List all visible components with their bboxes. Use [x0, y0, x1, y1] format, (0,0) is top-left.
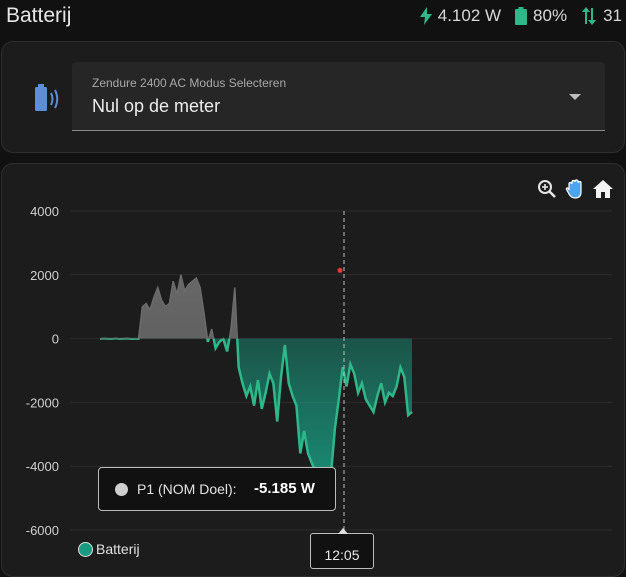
tooltip-series-marker	[115, 483, 128, 496]
y-tick-label: 2000	[30, 268, 59, 283]
y-tick-label: -6000	[26, 523, 59, 538]
chart-legend[interactable]: Batterij	[78, 541, 140, 557]
chevron-down-icon[interactable]	[569, 94, 581, 100]
page-title: Batterij	[6, 4, 72, 27]
crosshair-time-label: 12:05	[310, 528, 374, 569]
y-tick-label: 0	[52, 332, 59, 347]
mode-select[interactable]: Zendure 2400 AC Modus Selecteren Nul op …	[72, 62, 605, 131]
tooltip-series-value: -5.185 W	[254, 480, 315, 497]
chart-card: 4000 2000 0 -2000 -4000 -6000 P1 (NOM Doel): …	[1, 163, 625, 577]
crosshair-time-text: 12:05	[324, 547, 360, 563]
y-tick-label: -2000	[26, 395, 59, 410]
legend-marker-batterij	[78, 541, 93, 557]
tooltip-series-name: P1 (NOM Doel):	[137, 481, 237, 497]
battery-icon	[515, 7, 528, 25]
battery-area-chart[interactable]: 4000 2000 0 -2000 -4000 -6000	[2, 164, 624, 576]
battery-status[interactable]: 80%	[515, 6, 567, 26]
p1-target-marker	[337, 267, 343, 273]
chart-tooltip: P1 (NOM Doel): -5.185 W	[98, 467, 336, 511]
mode-select-value: Nul op de meter	[92, 96, 221, 116]
transfer-arrows-icon	[582, 7, 597, 25]
status-bar: 4.102 W 80% 31	[406, 6, 622, 26]
y-tick-label: -4000	[26, 459, 59, 474]
mode-select-label: Zendure 2400 AC Modus Selecteren	[92, 76, 287, 90]
caret-up-icon	[338, 528, 348, 534]
power-value: 4.102 W	[437, 6, 502, 25]
battery-value: 80%	[533, 6, 568, 25]
transfer-status[interactable]: 31	[581, 6, 622, 26]
legend-label-batterij: Batterij	[96, 541, 140, 557]
transfer-value: 31	[603, 6, 622, 25]
lightning-icon	[419, 7, 432, 25]
mode-card: Zendure 2400 AC Modus Selecteren Nul op …	[1, 41, 625, 153]
top-bar: Batterij 4.102 W 80% 31	[0, 0, 626, 34]
y-tick-label: 4000	[30, 204, 59, 219]
power-status[interactable]: 4.102 W	[419, 6, 502, 26]
battery-charging-icon	[32, 84, 62, 119]
